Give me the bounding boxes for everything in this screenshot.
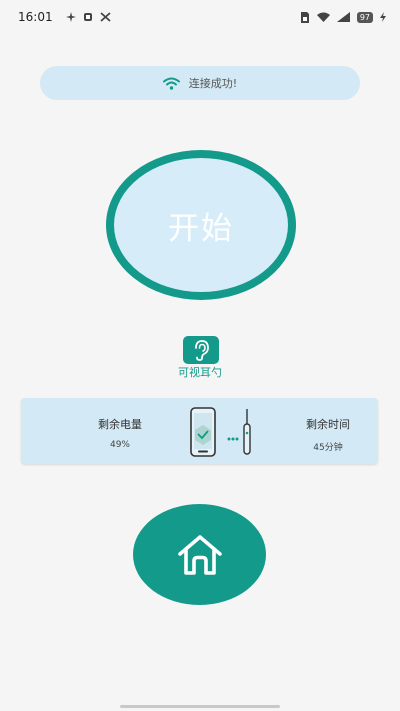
status-time: 16:01 bbox=[18, 10, 53, 24]
connection-status-banner: 连接成功! bbox=[40, 66, 360, 100]
home-icon bbox=[177, 534, 222, 575]
connection-dots bbox=[227, 437, 239, 441]
time-stat-title: 剩余时间 bbox=[306, 418, 350, 431]
gesture-nav-handle[interactable] bbox=[120, 705, 280, 708]
pairing-illustration bbox=[190, 407, 251, 457]
signal-icon bbox=[336, 12, 350, 22]
app-notification-icon bbox=[83, 13, 92, 21]
earpick-icon bbox=[243, 409, 251, 455]
battery-stat-value: 49% bbox=[109, 440, 130, 450]
battery-icon: 97 bbox=[356, 11, 373, 23]
battery-stat-title: 剩余电量 bbox=[98, 418, 142, 431]
device-info-card: 剩余电量 49% 剩余时间 45分钟 bbox=[21, 398, 378, 464]
phone-icon bbox=[190, 407, 216, 457]
time-stat: 剩余时间 45分钟 bbox=[273, 416, 383, 453]
charging-icon bbox=[380, 12, 386, 22]
device-name: 可视耳勺 bbox=[178, 366, 222, 379]
connection-status-text: 连接成功! bbox=[188, 77, 238, 90]
ear-icon bbox=[195, 340, 209, 361]
status-bar: 16:01 97 bbox=[0, 0, 400, 34]
start-button[interactable]: 开始 bbox=[106, 150, 296, 300]
wifi-icon bbox=[162, 77, 180, 90]
start-button-label: 开始 bbox=[168, 210, 234, 247]
wifi-status-icon bbox=[316, 12, 330, 22]
sim-icon bbox=[300, 11, 309, 23]
tools-icon bbox=[99, 12, 111, 22]
battery-stat: 剩余电量 49% bbox=[65, 416, 175, 450]
home-button[interactable] bbox=[133, 504, 266, 605]
time-stat-value: 45分钟 bbox=[313, 443, 343, 453]
device-icon-button[interactable] bbox=[183, 336, 219, 364]
location-icon bbox=[65, 12, 76, 22]
